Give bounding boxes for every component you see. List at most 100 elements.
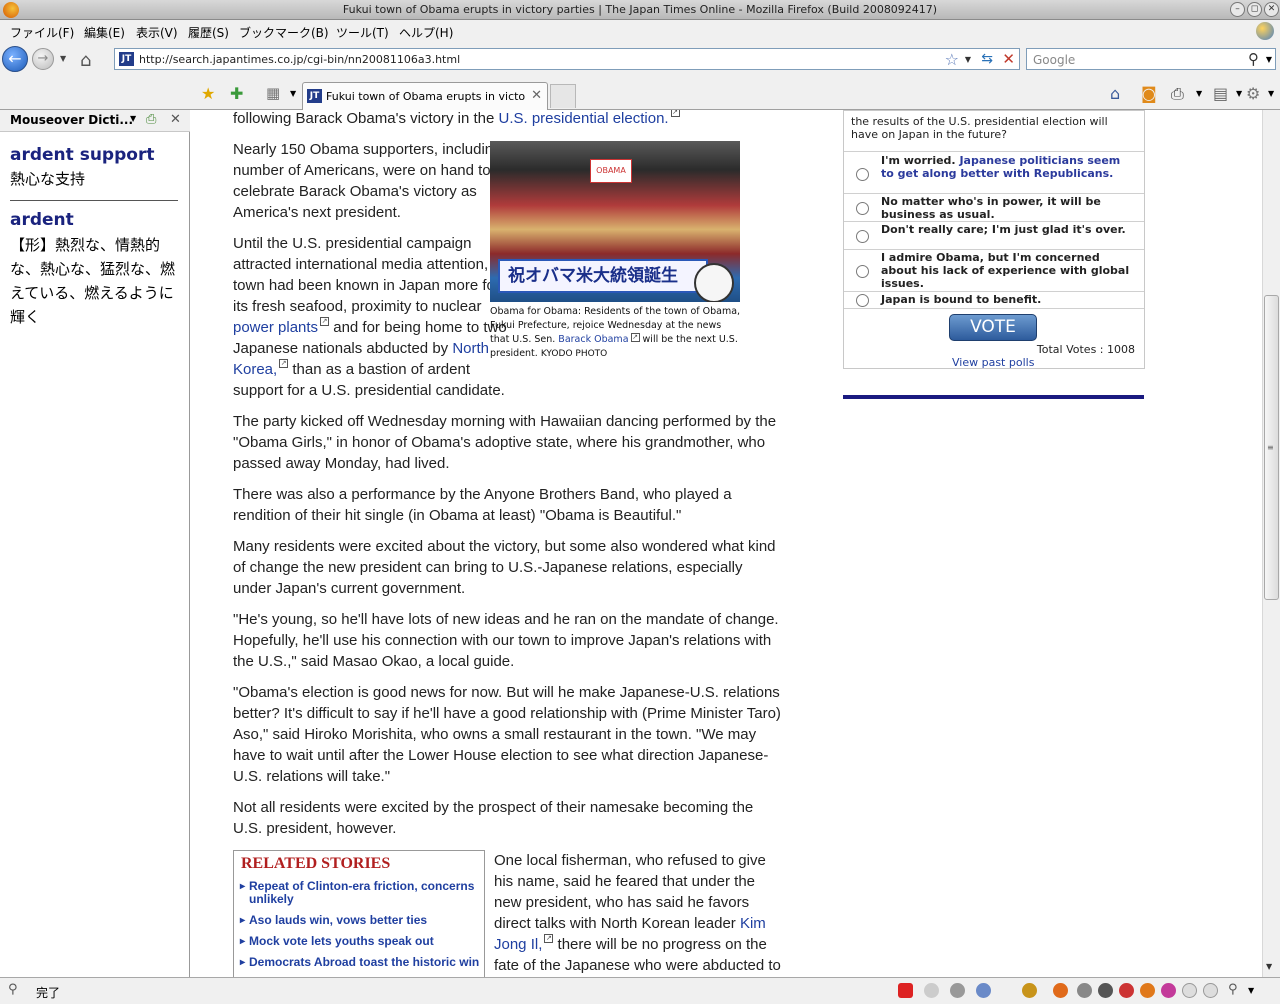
sidebar-close-icon[interactable]: ✕ [170,112,181,127]
forward-button[interactable]: → [32,48,54,70]
link-power-plants[interactable]: power plants [233,319,318,336]
menu-bookmarks[interactable]: ブックマーク(B) [239,24,329,41]
menu-edit[interactable]: 編集(E) [84,24,125,41]
related-story-link[interactable]: Repeat of Clinton-era friction, concerns… [240,880,480,906]
poll-option-label: No matter who's in power, it will be bus… [881,195,1101,221]
poll-option: I admire Obama, but I'm concerned about … [844,249,1144,291]
stop-icon[interactable]: ✕ [1002,50,1015,68]
bookmark-star-icon[interactable]: ☆ [945,50,959,69]
page-menu-icon[interactable]: ▤ [1213,84,1228,103]
addon-icon[interactable] [924,983,939,998]
external-link-icon: ↗ [320,317,330,326]
url-text[interactable]: http://search.japantimes.co.jp/cgi-bin/n… [139,53,460,66]
external-link-icon: ↗ [670,110,680,117]
poll-radio[interactable] [856,168,869,181]
reload-icon[interactable]: ⇆ [981,51,993,67]
menu-bar: ファイル(F) 編集(E) 表示(V) 履歴(S) ブックマーク(B) ツール(… [0,20,1280,42]
addon-icon[interactable] [1077,983,1092,998]
addon-icon[interactable] [1203,983,1218,998]
search-icon[interactable]: ⚲ [1248,50,1259,68]
poll-option: No matter who's in power, it will be bus… [844,193,1144,221]
poll-radio[interactable] [856,202,869,215]
bookmark-star-toolbar-icon[interactable]: ★ [201,84,215,103]
article-paragraph-part: Until the U.S. presidential campaign att… [233,235,514,315]
addon-icon[interactable] [1182,983,1197,998]
photo-credit: KYODO PHOTO [540,349,608,359]
related-story-link[interactable]: Aso lauds win, vows better ties [240,914,480,928]
poll-divider [843,395,1144,399]
sidebar-dropdown-icon[interactable]: ▼ [130,114,136,123]
maximize-button[interactable]: ◻ [1247,2,1262,17]
minimize-button[interactable]: – [1230,2,1245,17]
find-icon[interactable]: ⚲ [8,982,18,997]
past-polls-link[interactable]: View past polls [952,356,1034,369]
rss-icon[interactable]: ◙ [1141,84,1157,103]
firefox-addon-icon[interactable] [1053,983,1068,998]
dict-term: ardent support [10,145,155,165]
tab-grid-icon[interactable]: ▦ [266,84,280,102]
print-icon[interactable]: ⎙ [1171,84,1184,104]
gear-icon[interactable]: ⚙ [1246,84,1260,103]
throbber-icon [1256,22,1274,40]
addon-icon[interactable] [950,983,965,998]
menu-file[interactable]: ファイル(F) [10,24,74,41]
sidebar-title[interactable]: Mouseover Dicti... [10,113,133,127]
tab-article[interactable]: JT Fukui town of Obama erupts in victory… [302,82,548,110]
menu-help[interactable]: ヘルプ(H) [399,24,453,41]
url-dropdown-icon[interactable]: ▼ [965,55,971,64]
home-toolbar-icon[interactable]: ⌂ [1110,84,1120,103]
addon-icon[interactable] [1022,983,1037,998]
add-bookmark-icon[interactable]: ✚ [230,84,243,103]
addon-icon[interactable] [1098,983,1113,998]
zoom-icon[interactable]: ⚲ [1228,982,1238,997]
external-link-icon: ↗ [630,333,640,342]
article-continued: One local fisherman, who refused to give… [494,850,784,977]
vote-button[interactable]: VOTE [949,314,1037,341]
addon-icon[interactable] [1119,983,1134,998]
poll-radio[interactable] [856,230,869,243]
menu-history[interactable]: 履歴(S) [188,24,229,41]
page-dropdown-icon[interactable]: ▼ [1236,89,1242,98]
addon-icon[interactable] [1161,983,1176,998]
tab-list-dropdown-icon[interactable]: ▼ [290,89,296,98]
related-stories-box: RELATED STORIES Repeat of Clinton-era fr… [233,850,485,977]
poll-radio[interactable] [856,294,869,307]
article-paragraph: Nearly 150 Obama supporters, including a… [233,141,514,221]
status-bar: ⚲ 完了 ⚲ ▼ [0,977,1280,1004]
poll-option: Japan is bound to benefit. [844,291,1144,309]
article-photo[interactable]: OBAMA 祝オバマ米大統領誕生 [490,141,740,302]
poll-option-label: I admire Obama, but I'm concerned about … [881,251,1130,290]
vertical-scrollbar[interactable]: ≡ ▼ [1262,110,1280,977]
link-barack-obama[interactable]: Barack Obama [558,334,628,345]
search-input[interactable]: Google ⚲ ▼ [1026,48,1276,70]
search-engine-dropdown-icon[interactable]: ▼ [1266,55,1272,64]
poll-radio[interactable] [856,265,869,278]
url-bar[interactable]: JT http://search.japantimes.co.jp/cgi-bi… [114,48,1020,70]
home-icon[interactable]: ⌂ [80,50,91,71]
scroll-down-icon[interactable]: ▼ [1266,962,1272,971]
related-story-link[interactable]: Mock vote lets youths speak out [240,935,480,949]
addon-icon[interactable] [1140,983,1155,998]
gear-dropdown-icon[interactable]: ▼ [1268,89,1274,98]
link-presidential-election[interactable]: U.S. presidential election. [498,110,668,127]
dictionary-sidebar: Mouseover Dicti... ▼ ⎙ ✕ ardent support … [0,110,190,977]
poll-option-label: Japan is bound to benefit. [881,293,1042,306]
related-heading: RELATED STORIES [241,855,391,872]
zoom-dropdown-icon[interactable]: ▼ [1248,986,1254,995]
addon-icon[interactable] [976,983,991,998]
sidebar-divider [10,200,178,201]
photo-sign: OBAMA [590,159,632,183]
article-paragraph: "Obama's election is good news for now. … [233,684,781,785]
close-window-button[interactable]: ✕ [1264,2,1279,17]
sidebar-print-icon[interactable]: ⎙ [146,112,156,127]
adblock-icon[interactable] [898,983,913,998]
menu-tools[interactable]: ツール(T) [336,24,389,41]
menu-view[interactable]: 表示(V) [136,24,178,41]
back-button[interactable]: ← [2,46,28,72]
new-tab-button[interactable] [550,84,576,108]
related-story-link[interactable]: Democrats Abroad toast the historic win [240,956,480,970]
print-dropdown-icon[interactable]: ▼ [1196,89,1202,98]
tab-close-icon[interactable]: ✕ [531,88,542,103]
article-photo-box: OBAMA 祝オバマ米大統領誕生 Obama for Obama: Reside… [490,141,742,361]
history-dropdown-icon[interactable]: ▼ [60,54,66,63]
